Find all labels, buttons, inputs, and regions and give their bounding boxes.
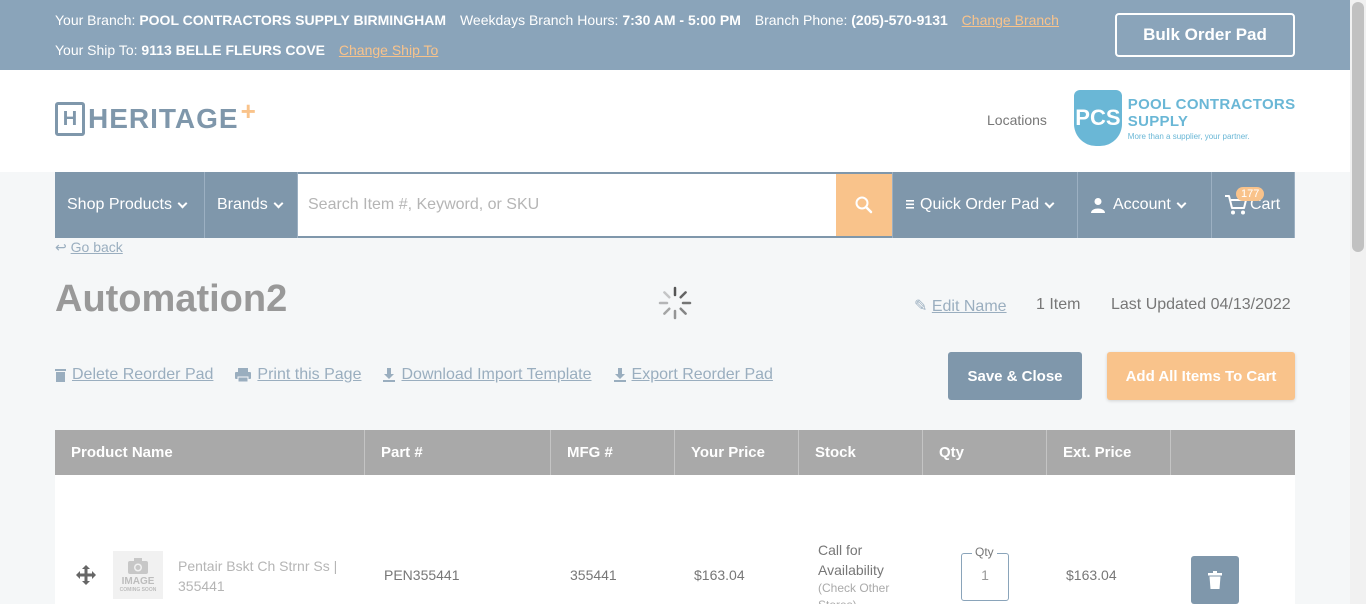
branch-info-bar: Your Branch: POOL CONTRACTORS SUPPLY BIR… [0,0,1350,70]
printer-icon [235,368,252,382]
stock-status: Call for Availability [818,542,884,578]
download-import-template-link[interactable]: Download Import Template [383,366,592,384]
branch-name: POOL CONTRACTORS SUPPLY BIRMINGHAM [139,12,447,28]
phone-label: Branch Phone: [754,12,848,28]
shipto-info-line: Your Ship To: 9113 BELLE FLEURS COVE Cha… [55,42,438,58]
qty-field-label: Qty [972,545,997,559]
cart-count-badge: 177 [1236,187,1265,201]
ext-price: $163.04 [1066,567,1117,583]
quick-order-pad-label: Quick Order Pad [920,196,1040,213]
account-label: Account [1113,196,1171,213]
trash-icon [1208,571,1222,589]
shop-products-label: Shop Products [67,196,172,213]
product-image-placeholder: IMAGE COMING SOON [113,551,163,599]
search-icon [855,196,873,214]
delete-reorder-pad-link[interactable]: Delete Reorder Pad [55,366,213,384]
mfg-number: 355441 [570,567,617,583]
edit-name-link[interactable]: ✎ Edit Name [914,296,1007,316]
scrollbar-thumb[interactable] [1352,2,1364,252]
part-number: PEN355441 [384,567,460,583]
pcs-logo[interactable]: PCS POOL CONTRACTORS SUPPLY More than a … [1074,90,1350,146]
cart-button[interactable]: Cart [1212,172,1295,238]
product-name-link[interactable]: Pentair Bskt Ch Strnr Ss | 355441 [178,556,348,596]
pcs-logo-badge: PCS [1074,90,1122,146]
heritage-logo-mark: H [55,102,85,136]
shipto-address: 9113 BELLE FLEURS COVE [141,42,326,58]
table-header: Product Name Part # MFG # Your Price Sto… [55,430,1295,475]
go-back-link[interactable]: ↩ Go back [55,239,123,256]
list-icon [906,200,914,209]
export-reorder-pad-label: Export Reorder Pad [631,366,773,383]
shop-products-menu[interactable]: Shop Products [55,172,205,238]
unit-price: $163.04 [694,567,745,583]
edit-name-label: Edit Name [931,298,1007,315]
branch-hours: 7:30 AM - 5:00 PM [622,12,741,28]
delete-item-button[interactable] [1191,556,1239,604]
shipto-label: Your Ship To: [55,42,138,58]
pcs-logo-name: POOL CONTRACTORS SUPPLY [1127,95,1296,130]
download-icon [383,368,396,382]
branch-phone: (205)-570-9131 [851,12,948,28]
column-header-price: Your Price [675,430,799,475]
table-row: IMAGE COMING SOON Pentair Bskt Ch Strnr … [55,475,1295,604]
pcs-logo-tagline: More than a supplier, your partner. [1127,131,1250,141]
column-header-actions [1171,430,1295,475]
export-reorder-pad-link[interactable]: Export Reorder Pad [613,366,773,384]
qty-input[interactable] [961,567,1009,583]
go-back-label: Go back [70,239,123,255]
chevron-down-icon [177,198,188,208]
image-placeholder-caption: IMAGE [121,575,155,587]
return-arrow-icon: ↩ [55,239,67,255]
branch-info-line: Your Branch: POOL CONTRACTORS SUPPLY BIR… [55,12,1059,28]
camera-icon [128,557,148,574]
search-button[interactable] [836,174,892,236]
check-other-stores-link[interactable]: (Check Other Stores) [818,580,908,604]
print-page-label: Print this Page [257,366,362,383]
branch-label: Your Branch: [55,12,136,28]
add-all-to-cart-button[interactable]: Add All Items To Cart [1107,352,1295,400]
page-title: Automation2 [55,278,288,320]
save-close-button[interactable]: Save & Close [948,352,1082,400]
column-header-part: Part # [365,430,551,475]
main-nav: Shop Products Brands Quick Order Pad Acc… [55,172,1295,238]
user-icon [1091,198,1105,213]
item-count: 1 Item [1036,296,1081,313]
download-import-template-label: Download Import Template [401,366,592,383]
pencil-icon: ✎ [914,298,928,315]
column-header-stock: Stock [799,430,923,475]
change-branch-link[interactable]: Change Branch [962,12,1059,28]
nav-right-group: Quick Order Pad Account Cart [892,172,1295,238]
chevron-down-icon [1044,198,1055,208]
column-header-ext-price: Ext. Price [1047,430,1171,475]
locations-link[interactable]: Locations [987,112,1047,128]
search-input[interactable] [298,174,836,236]
site-header: H HERITAGE + Locations PCS POOL CONTRACT… [0,70,1350,172]
brands-label: Brands [217,196,268,213]
hours-label: Weekdays Branch Hours: [459,12,619,28]
bulk-order-pad-button[interactable]: Bulk Order Pad [1115,13,1295,57]
print-page-link[interactable]: Print this Page [235,366,361,384]
loading-spinner-icon [658,286,692,320]
heritage-logo[interactable]: H HERITAGE + [55,96,256,136]
reorder-pad-actions: Delete Reorder Pad Print this Page Downl… [55,366,795,384]
reorder-pad-table: Product Name Part # MFG # Your Price Sto… [55,430,1295,604]
download-icon [613,368,626,382]
trash-icon [55,369,66,382]
delete-reorder-pad-label: Delete Reorder Pad [72,366,214,383]
brands-menu[interactable]: Brands [205,172,298,238]
chevron-down-icon [273,198,284,208]
column-header-product-name: Product Name [55,430,365,475]
heritage-logo-text: HERITAGE [88,103,239,134]
heritage-logo-plus: + [240,95,256,126]
chevron-down-icon [1176,198,1187,208]
last-updated: Last Updated 04/13/2022 [1111,296,1291,313]
column-header-mfg: MFG # [551,430,675,475]
account-menu[interactable]: Account [1078,172,1212,238]
change-shipto-link[interactable]: Change Ship To [339,42,438,58]
column-header-qty: Qty [923,430,1047,475]
quick-order-pad-menu[interactable]: Quick Order Pad [892,172,1078,238]
drag-handle-icon[interactable] [75,564,97,586]
image-placeholder-subcaption: COMING SOON [119,586,157,593]
search-bar [298,174,836,236]
